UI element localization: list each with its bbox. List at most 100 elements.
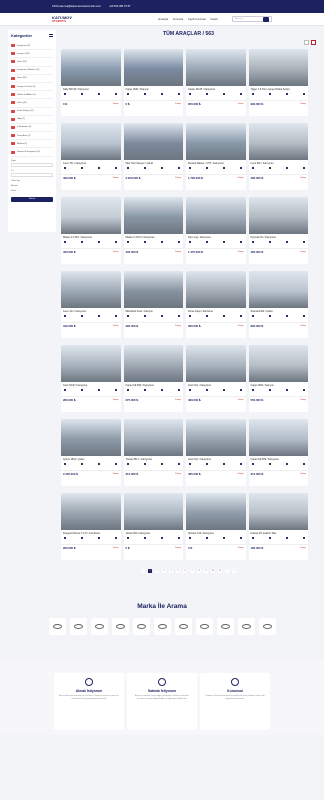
nav-item[interactable]: Anasayfa	[158, 18, 168, 21]
vehicle-image[interactable]	[248, 345, 308, 382]
vehicle-image[interactable]	[61, 271, 121, 308]
vehicle-card[interactable]: Daily 50C15 / Kamyonet 0 ₺ Detay	[61, 49, 121, 116]
vehicle-card[interactable]: Iveco 65c / Kamyonet 490.000 ₺ Detay	[248, 123, 308, 190]
contact-email[interactable]: KATumaumsa@katumaumsaotomotiv.com	[52, 5, 101, 8]
detail-link[interactable]: Detay	[238, 399, 244, 401]
vehicle-image[interactable]	[186, 197, 246, 234]
brand-logo-audi[interactable]	[48, 618, 66, 635]
detail-link[interactable]: Detay	[113, 103, 119, 105]
nav-item[interactable]: Kayıtlı Kurumsal	[188, 18, 205, 21]
vehicle-card[interactable]: Man TGX Sleeper / Çekici 2.250.000 ₺ Detay	[123, 123, 183, 190]
detail-link[interactable]: Detay	[113, 177, 119, 179]
vehicle-card[interactable]: Cargo 2520 / Kamyon 550.000 ₺ Detay	[248, 345, 308, 412]
filter-option[interactable]: Dizel	[11, 190, 53, 192]
menu-icon[interactable]	[49, 34, 53, 37]
page-button[interactable]: 1	[147, 568, 153, 574]
detail-link[interactable]: Detay	[300, 473, 306, 475]
brand-logo-mercedes[interactable]	[132, 618, 150, 635]
nav-item[interactable]: Kurumsal	[173, 18, 183, 21]
vehicle-card[interactable]: Cargo 1846 / Kamyon 0 ₺ Detay	[123, 49, 183, 116]
detail-link[interactable]: Detay	[175, 399, 181, 401]
search-input[interactable]: Araç ara...	[232, 16, 272, 22]
sidebar-category[interactable]: Kamyon (130)	[11, 50, 53, 59]
vehicle-image[interactable]	[248, 123, 308, 160]
filter-option[interactable]: Benzin	[11, 185, 53, 187]
detail-link[interactable]: Detay	[300, 177, 306, 179]
vehicle-image[interactable]	[186, 271, 246, 308]
price-filter-input[interactable]	[11, 162, 53, 167]
vehicle-card[interactable]: Master 2.3 DCI / Kamyonet 430.000 ₺ Detay	[123, 197, 183, 264]
vehicle-card[interactable]: Canter FE 659 / Kamyonet 375.000 ₺ Detay	[123, 345, 183, 412]
detail-link[interactable]: Detay	[113, 547, 119, 549]
page-button[interactable]: 4	[168, 568, 174, 574]
vehicle-image[interactable]	[61, 197, 121, 234]
detail-link[interactable]: Detay	[300, 325, 306, 327]
vehicle-card[interactable]: Isuzu NKR / Kamyonet 280.000 ₺ Detay	[61, 345, 121, 412]
vehicle-image[interactable]	[186, 49, 246, 86]
detail-link[interactable]: Detay	[175, 251, 181, 253]
vehicle-image[interactable]	[248, 271, 308, 308]
page-button[interactable]: 3	[161, 568, 167, 574]
sidebar-category[interactable]: Kamyonet & Minibüs (12)	[11, 67, 53, 75]
detail-link[interactable]: Detay	[113, 473, 119, 475]
year-filter-input[interactable]	[11, 172, 53, 177]
page-button[interactable]: »	[231, 568, 237, 574]
vehicle-image[interactable]	[61, 49, 121, 86]
feature-card[interactable]: Satmak İstiyorum Aracınızı satmak için en…	[127, 673, 197, 730]
brand-logo-dacia[interactable]	[111, 618, 129, 635]
page-button[interactable]: ‹	[140, 568, 146, 574]
page-button[interactable]: 8	[196, 568, 202, 574]
sidebar-category[interactable]: Dorse (20)	[11, 75, 53, 83]
sidebar-category[interactable]: Otobüs & Midibüs (5)	[11, 91, 53, 100]
vehicle-image[interactable]	[123, 197, 183, 234]
detail-link[interactable]: Detay	[300, 399, 306, 401]
vehicle-card[interactable]: Transit 350 L / Kamyonet 310.000 ₺ Detay	[123, 419, 183, 486]
vehicle-card[interactable]: Tigger 1.5 Fire Lounge Rzaka Sedan 990.00…	[248, 49, 308, 116]
vehicle-image[interactable]	[61, 345, 121, 382]
vehicle-card[interactable]: Canter FE 659 / Kamyonet 310.000 ₺ Detay	[248, 419, 308, 486]
brand-logo-fiat[interactable]	[153, 618, 171, 635]
vehicle-image[interactable]	[123, 345, 183, 382]
vehicle-image[interactable]	[61, 419, 121, 456]
detail-link[interactable]: Detay	[175, 547, 181, 549]
vehicle-card[interactable]: Mitsubishi Fuso / Kamyon 390.000 ₺ Detay	[123, 271, 183, 338]
search-icon[interactable]	[263, 16, 269, 22]
vehicle-card[interactable]: Scania R420 / Çekici 990.000 ₺ Detay	[248, 271, 308, 338]
sidebar-category[interactable]: Diğer (1)	[11, 116, 53, 124]
list-view-icon[interactable]	[304, 40, 309, 45]
nav-item[interactable]: İletişim	[211, 18, 218, 21]
sidebar-category[interactable]: Kamyon & Kamyonet (10)	[11, 148, 53, 157]
detail-link[interactable]: Detay	[113, 399, 119, 401]
logo[interactable]: KATUMOV OTOMOTİV	[52, 14, 80, 24]
detail-link[interactable]: Detay	[113, 325, 119, 327]
feature-card[interactable]: Kurumsal Katumav Otomotiv kurumsal müşter…	[200, 673, 270, 730]
vehicle-image[interactable]	[248, 197, 308, 234]
vehicle-card[interactable]: Renault Master / 3.5T / Kamyonet 1.790.00…	[186, 123, 246, 190]
vehicle-image[interactable]	[186, 493, 246, 530]
vehicle-image[interactable]	[186, 345, 246, 382]
page-button[interactable]: 10	[210, 568, 216, 574]
vehicle-image[interactable]	[123, 271, 183, 308]
vehicle-image[interactable]	[248, 49, 308, 86]
page-button[interactable]: 9	[203, 568, 209, 574]
brand-logo-honda[interactable]	[195, 618, 213, 635]
detail-link[interactable]: Detay	[113, 251, 119, 253]
page-button[interactable]: 5	[175, 568, 181, 574]
vehicle-card[interactable]: Canter FE 85 / Kamyonet 950.000 ₺ Detay	[186, 49, 246, 116]
vehicle-image[interactable]	[248, 493, 308, 530]
page-button[interactable]: ›	[224, 568, 230, 574]
brand-logo-bmw[interactable]	[69, 618, 87, 635]
detail-link[interactable]: Detay	[238, 547, 244, 549]
vehicle-card[interactable]: Isuzu Npr / Kamyonet 485.000 ₺ Detay	[186, 419, 246, 486]
page-button[interactable]: 2	[154, 568, 160, 574]
detail-link[interactable]: Detay	[238, 325, 244, 327]
vehicle-card[interactable]: Sprinter 416 / Kamyonet 0 ₺ Detay	[186, 493, 246, 560]
vehicle-card[interactable]: Jumbo 500 / Kamyonet 0 ₺ Detay	[123, 493, 183, 560]
vehicle-image[interactable]	[248, 419, 308, 456]
vehicle-card[interactable]: Hyundai H1 / Kamyonet 465.000 ₺ Detay	[248, 197, 308, 264]
brand-logo-ford[interactable]	[174, 618, 192, 635]
vehicle-card[interactable]: Iveco 14n / Kamyonet 342.000 ₺ Detay	[61, 271, 121, 338]
brand-logo-citroen[interactable]	[90, 618, 108, 635]
vehicle-image[interactable]	[123, 49, 183, 86]
page-button[interactable]: 6	[182, 568, 188, 574]
